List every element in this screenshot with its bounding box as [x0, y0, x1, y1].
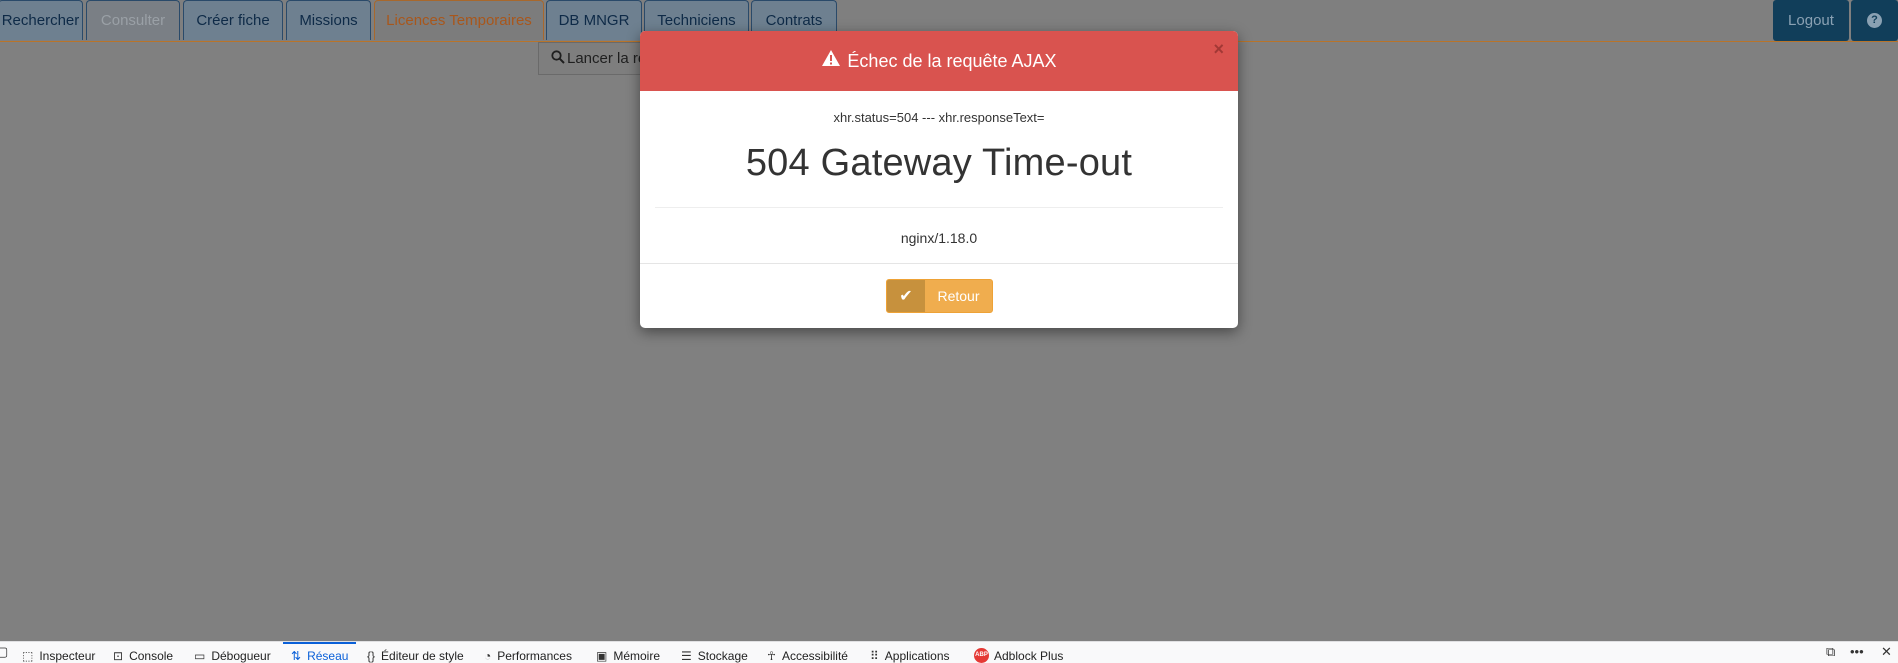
- check-icon: ✔: [887, 280, 925, 312]
- applications-icon: ⠿: [870, 649, 879, 663]
- devtools-tab-editeur-style[interactable]: {} Éditeur de style: [367, 642, 464, 663]
- devtools-tab-memoire[interactable]: ▣ Mémoire: [596, 642, 660, 663]
- tab-rechercher[interactable]: Rechercher: [0, 0, 83, 40]
- console-icon: ⊡: [113, 649, 124, 663]
- devtools-tab-reseau[interactable]: ⇅ Réseau: [282, 642, 357, 663]
- search-button[interactable]: Lancer la re: [538, 42, 648, 75]
- style-editor-icon: {}: [367, 649, 376, 663]
- modal-title: Échec de la requête AJAX: [847, 50, 1057, 71]
- tab-creer-fiche[interactable]: Créer fiche: [183, 0, 283, 40]
- inspector-icon: ⬚: [22, 649, 34, 663]
- error-title: 504 Gateway Time-out: [745, 142, 1133, 184]
- devtools-tab-debogueur[interactable]: ▭ Débogueur: [194, 642, 271, 663]
- status-line: xhr.status=504 --- xhr.responseText=: [833, 110, 1045, 125]
- abp-icon: ABP: [974, 648, 989, 663]
- modal-header: Échec de la requête AJAX ×: [640, 31, 1238, 91]
- devtools-tab-applications[interactable]: ⠿ Applications: [870, 642, 950, 663]
- accessibility-icon: ☥: [767, 649, 776, 663]
- debugger-icon: ▭: [194, 649, 206, 663]
- search-icon: [551, 49, 565, 68]
- tab-licences-temporaires[interactable]: Licences Temporaires: [374, 0, 544, 40]
- retour-button[interactable]: ✔ Retour: [886, 279, 993, 313]
- question-circle-icon: ?: [1867, 13, 1882, 28]
- devtools-tab-adblock-plus[interactable]: ABP Adblock Plus: [974, 642, 1063, 663]
- tab-missions[interactable]: Missions: [286, 0, 371, 40]
- split-console-icon[interactable]: ⧉: [1826, 644, 1835, 660]
- retour-label: Retour: [937, 288, 980, 304]
- devtools-tab-accessibilite[interactable]: ☥ Accessibilité: [767, 642, 848, 663]
- close-icon[interactable]: ×: [1213, 39, 1224, 60]
- devtools-tab-inspecteur[interactable]: ⬚ Inspecteur: [22, 642, 95, 663]
- tab-db-mngr[interactable]: DB MNGR: [546, 0, 642, 40]
- footer-divider: [640, 263, 1238, 264]
- devtools-toolbar: ▢ ⬚ Inspecteur ⊡ Console ▭ Débogueur ⇅ Résea…: [0, 641, 1898, 663]
- storage-icon: ☰: [681, 649, 692, 663]
- search-label: Lancer la re: [567, 50, 647, 67]
- server-info: nginx/1.18.0: [900, 230, 978, 246]
- memory-icon: ▣: [596, 649, 608, 663]
- devtools-tab-console[interactable]: ⊡ Console: [113, 642, 173, 663]
- dock-icon[interactable]: ▢: [0, 644, 8, 660]
- devtools-tab-performances[interactable]: ◔ Performances: [484, 642, 572, 663]
- close-devtools-icon[interactable]: ✕: [1881, 644, 1892, 660]
- error-modal: Échec de la requête AJAX × xhr.status=50…: [640, 31, 1238, 328]
- warning-icon: [821, 49, 841, 73]
- more-options-icon[interactable]: •••: [1850, 644, 1864, 659]
- tab-consulter: Consulter: [86, 0, 180, 40]
- performance-icon: ◔: [484, 649, 492, 663]
- divider: [655, 207, 1223, 208]
- help-button[interactable]: ?: [1851, 0, 1898, 41]
- devtools-tab-stockage[interactable]: ☰ Stockage: [681, 642, 748, 663]
- network-icon: ⇅: [291, 649, 302, 663]
- logout-button[interactable]: Logout: [1773, 0, 1849, 41]
